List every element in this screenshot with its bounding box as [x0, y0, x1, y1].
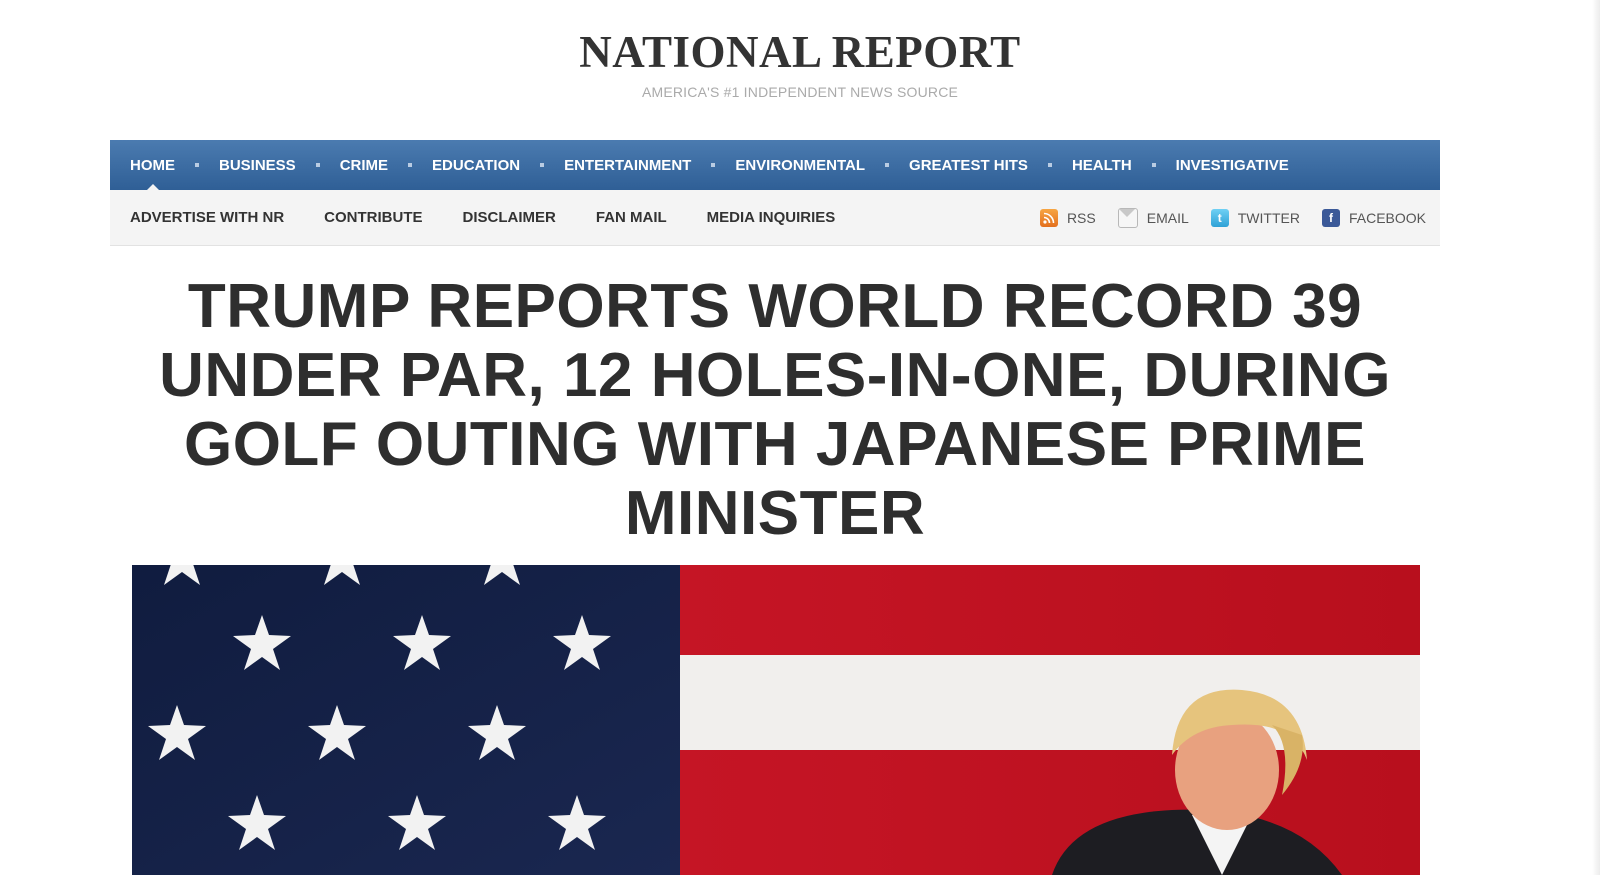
site-title[interactable]: NATIONAL REPORT [0, 26, 1600, 78]
twitter-link[interactable]: t TWITTER [1210, 208, 1300, 227]
email-icon [1117, 207, 1138, 228]
subnav-item-contribute[interactable]: CONTRIBUTE [304, 209, 442, 226]
twitter-label: TWITTER [1237, 209, 1300, 226]
twitter-icon: t [1210, 208, 1229, 227]
facebook-link[interactable]: f FACEBOOK [1321, 208, 1426, 227]
subnav-item-disclaimer[interactable]: DISCLAIMER [443, 209, 576, 226]
rss-icon [1039, 208, 1058, 227]
email-label: EMAIL [1146, 209, 1189, 226]
nav-item-health[interactable]: HEALTH [1052, 157, 1152, 174]
facebook-label: FACEBOOK [1348, 209, 1426, 226]
article-headline[interactable]: TRUMP REPORTS WORLD RECORD 39 UNDER PAR,… [130, 272, 1420, 548]
facebook-icon: f [1321, 208, 1340, 227]
nav-item-education[interactable]: EDUCATION [412, 157, 540, 174]
email-link[interactable]: EMAIL [1117, 207, 1189, 228]
nav-item-entertainment[interactable]: ENTERTAINMENT [544, 157, 711, 174]
flag-photo [132, 565, 1420, 875]
subnav-item-advertise[interactable]: ADVERTISE WITH NR [110, 209, 304, 226]
nav-item-home[interactable]: HOME [110, 157, 195, 190]
nav-item-crime[interactable]: CRIME [320, 157, 408, 174]
nav-item-environmental[interactable]: ENVIRONMENTAL [715, 157, 885, 174]
site-tagline: AMERICA'S #1 INDEPENDENT NEWS SOURCE [641, 84, 959, 100]
subnav-item-fan-mail[interactable]: FAN MAIL [576, 209, 687, 226]
nav-item-investigative[interactable]: INVESTIGATIVE [1156, 157, 1309, 174]
nav-item-greatest-hits[interactable]: GREATEST HITS [889, 157, 1048, 174]
nav-item-business[interactable]: BUSINESS [199, 157, 316, 174]
secondary-navigation: ADVERTISE WITH NR CONTRIBUTE DISCLAIMER … [110, 190, 1440, 246]
social-links: RSS EMAIL t TWITTER f FACEBOOK [1018, 207, 1440, 228]
rss-link[interactable]: RSS [1039, 208, 1096, 227]
article-hero-image[interactable] [132, 565, 1420, 875]
window-edge [1592, 0, 1600, 875]
main-navigation: HOME BUSINESS CRIME EDUCATION ENTERTAINM… [110, 140, 1440, 190]
subnav-item-media-inquiries[interactable]: MEDIA INQUIRIES [687, 209, 856, 226]
rss-label: RSS [1066, 209, 1096, 226]
